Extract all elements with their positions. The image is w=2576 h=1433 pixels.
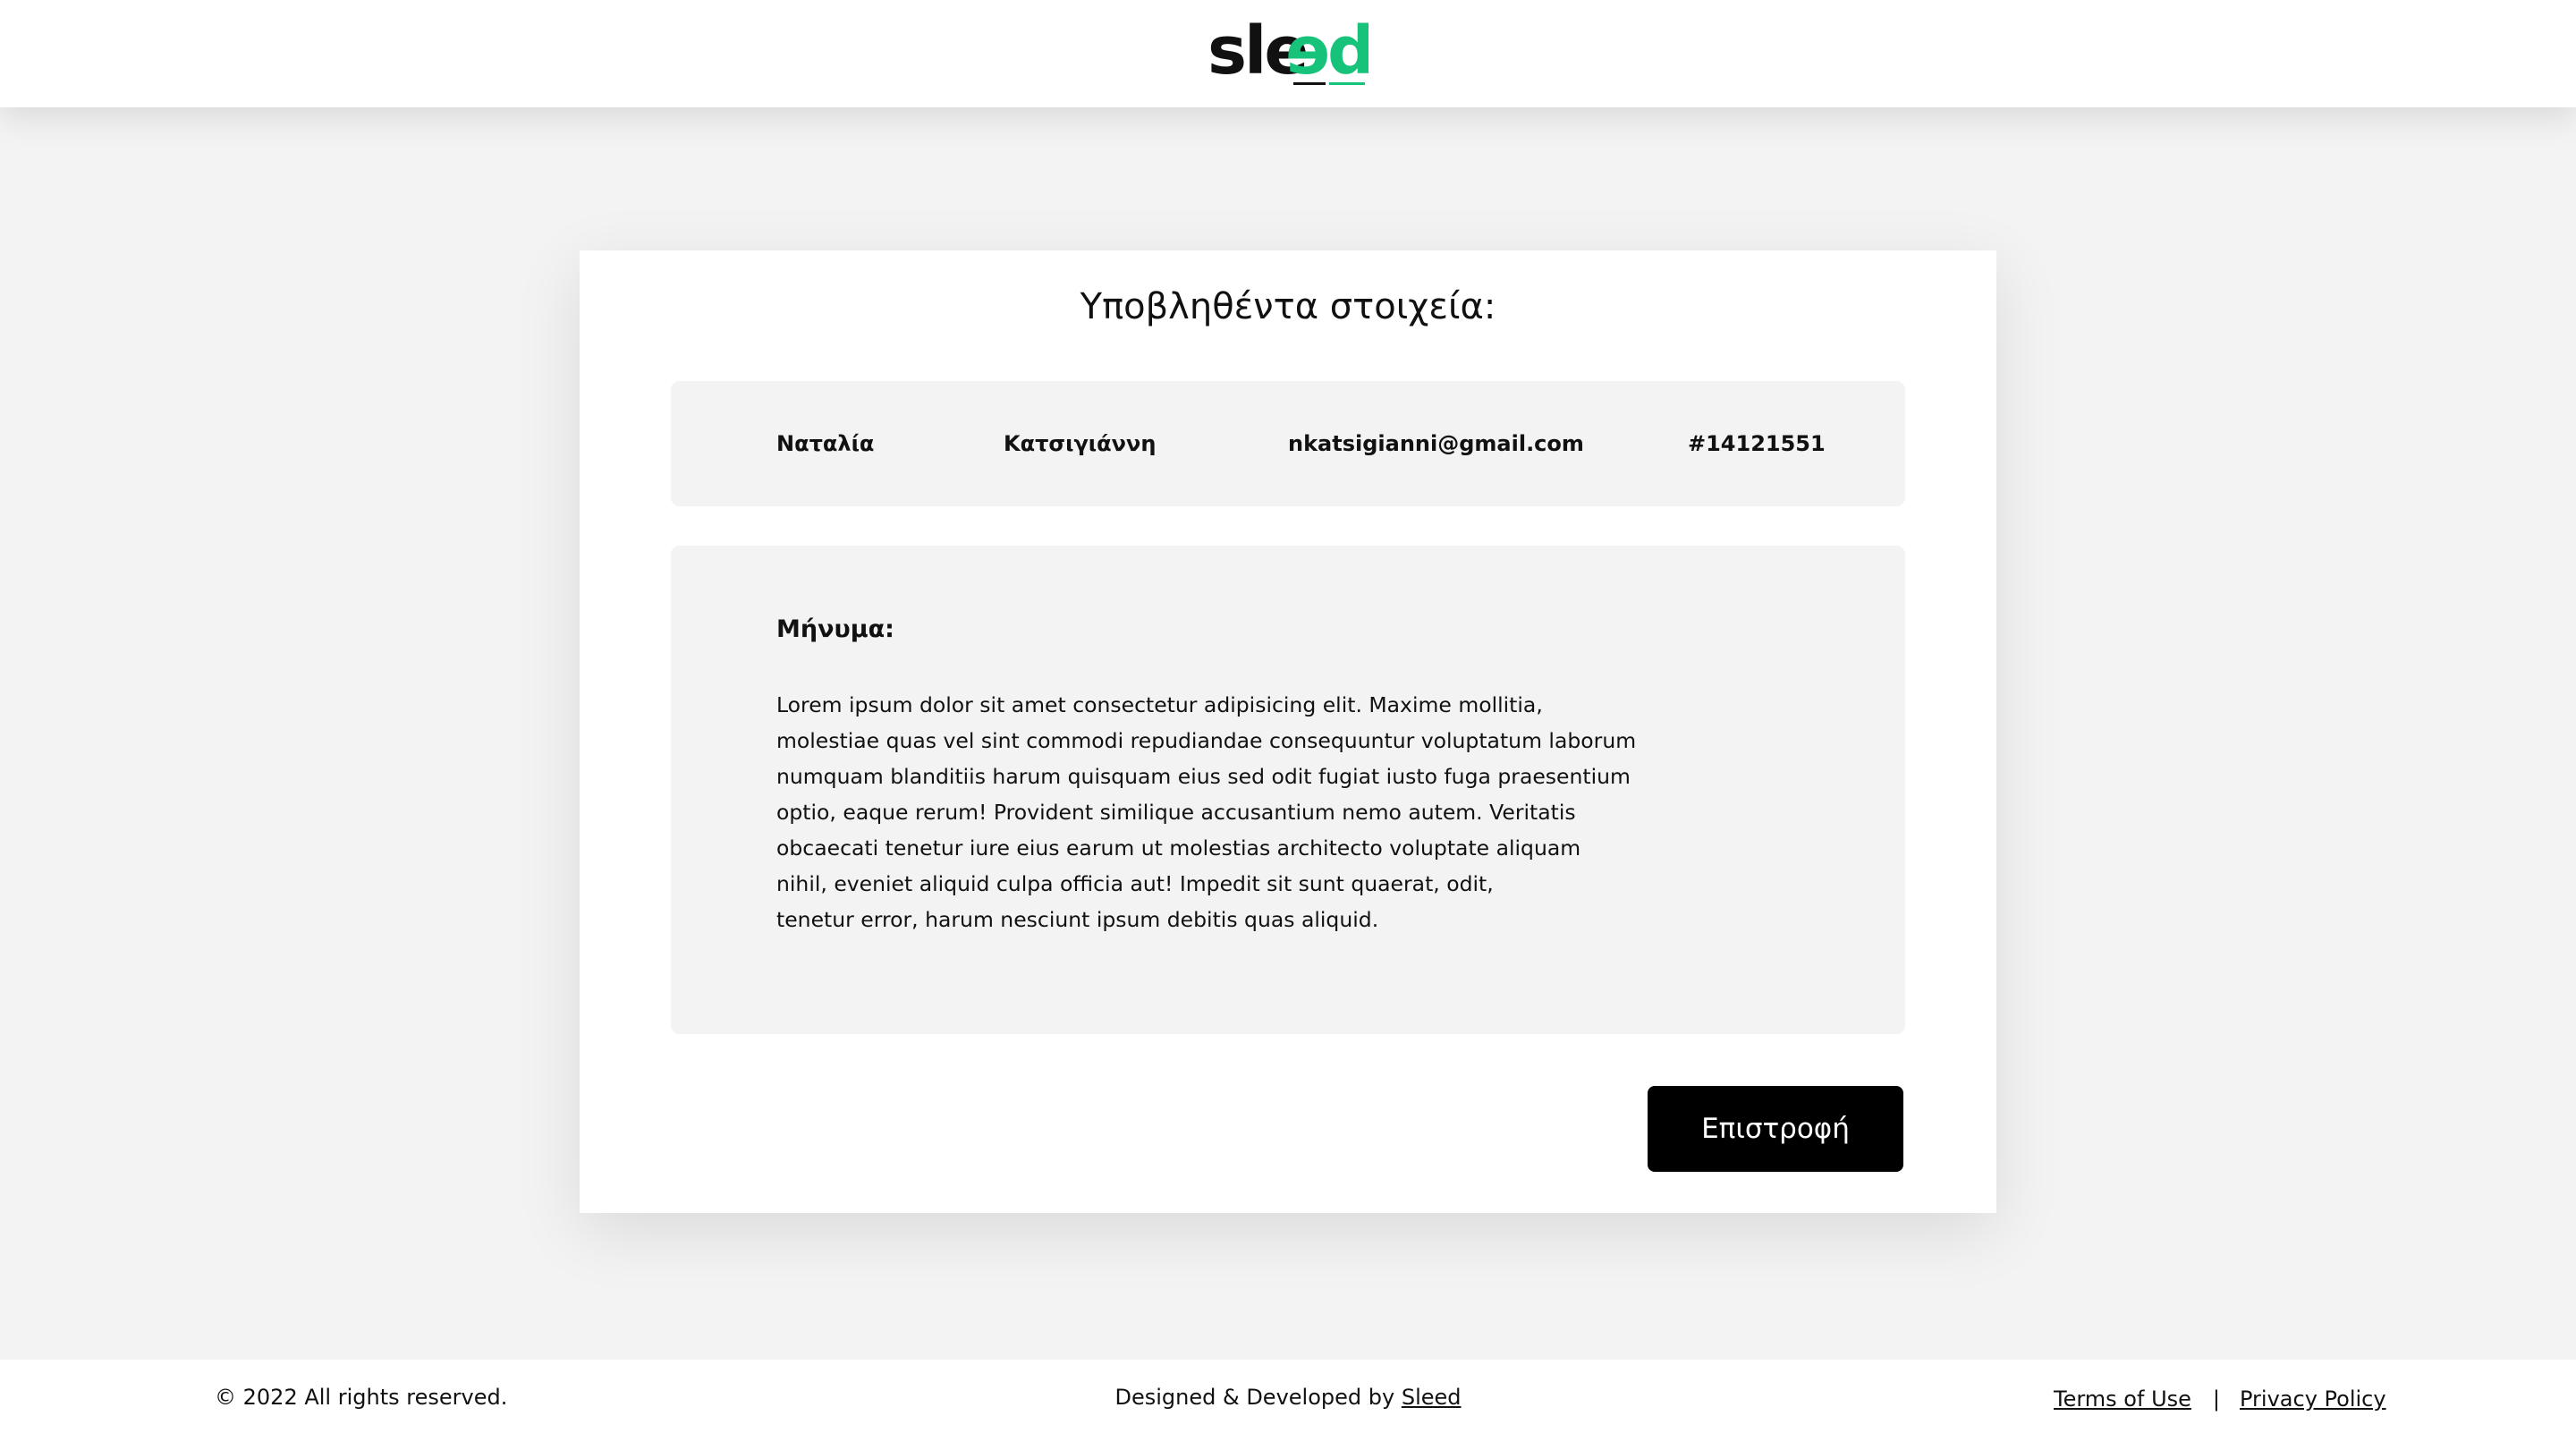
back-button[interactable]: Επιστροφή — [1648, 1086, 1903, 1172]
sleed-credit-link[interactable]: Sleed — [1402, 1385, 1462, 1410]
credits-prefix: Designed & Developed by — [1114, 1385, 1402, 1410]
submission-id-value: #14121551 — [1688, 431, 1826, 456]
message-line: Lorem ipsum dolor sit amet consectetur a… — [776, 692, 1543, 717]
message-line: nihil, eveniet aliquid culpa officia aut… — [776, 871, 1494, 896]
terms-of-use-link[interactable]: Terms of Use — [2054, 1386, 2191, 1412]
email-value: nkatsigianni@gmail.com — [1288, 431, 1584, 456]
first-name-value: Ναταλία — [776, 431, 875, 456]
svg-text:d: d — [1327, 16, 1368, 89]
message-line: tenetur error, harum nesciunt ipsum debi… — [776, 907, 1379, 932]
last-name-value: Κατσιγιάννη — [1004, 431, 1157, 456]
top-header: sle e d — [0, 0, 2576, 107]
message-label: Μήνυμα: — [776, 615, 894, 643]
link-separator: | — [2212, 1386, 2220, 1412]
sleed-logo[interactable]: sle e d — [1208, 13, 1375, 89]
message-body: Lorem ipsum dolor sit amet consectetur a… — [776, 687, 1637, 937]
message-line: numquam blanditiis harum quisquam eius s… — [776, 764, 1631, 789]
sleed-logo-mark: sle e d — [1208, 13, 1375, 89]
privacy-policy-link[interactable]: Privacy Policy — [2240, 1386, 2386, 1412]
message-line: obcaecati tenetur iure eius earum ut mol… — [776, 835, 1581, 861]
page-title: Υποβληθέντα στοιχεία: — [1080, 286, 1496, 327]
message-line: molestiae quas vel sint commodi repudian… — [776, 728, 1637, 753]
submission-details: Ναταλία Κατσιγιάννη nkatsigianni@gmail.c… — [671, 381, 1905, 506]
legal-links: Terms of Use | Privacy Policy — [2054, 1386, 2386, 1412]
svg-text:e: e — [1288, 16, 1330, 89]
message-line: optio, eaque rerum! Provident similique … — [776, 800, 1576, 825]
message-box: Μήνυμα: Lorem ipsum dolor sit amet conse… — [671, 546, 1905, 1034]
page-footer: © 2022 All rights reserved. Designed & D… — [0, 1360, 2576, 1433]
